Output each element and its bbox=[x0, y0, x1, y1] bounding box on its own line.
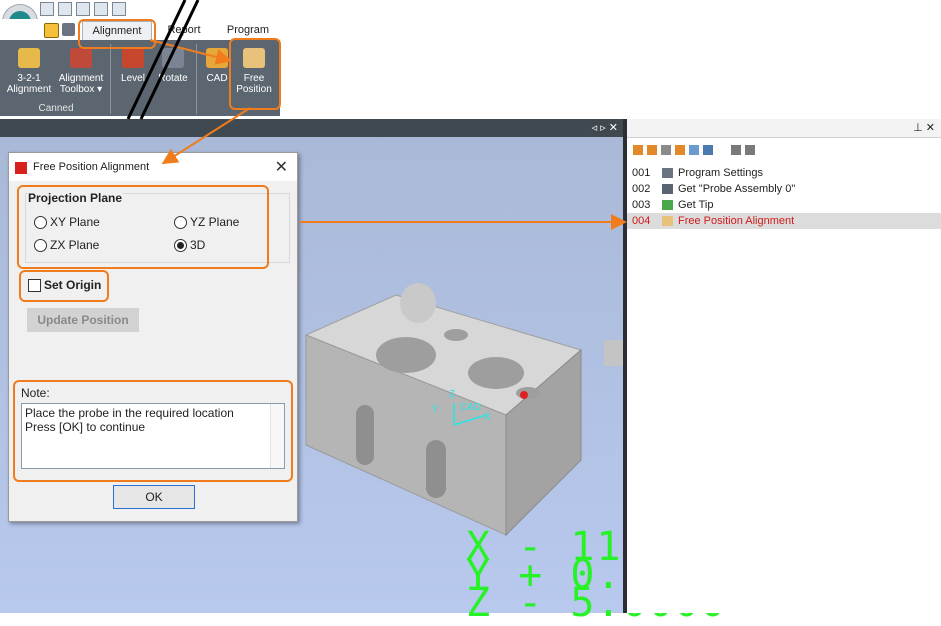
annotation-slash bbox=[139, 0, 200, 120]
annotation-slash bbox=[126, 0, 187, 120]
callout-arrows bbox=[126, 0, 627, 230]
arrow-button-to-dialog bbox=[161, 107, 251, 165]
